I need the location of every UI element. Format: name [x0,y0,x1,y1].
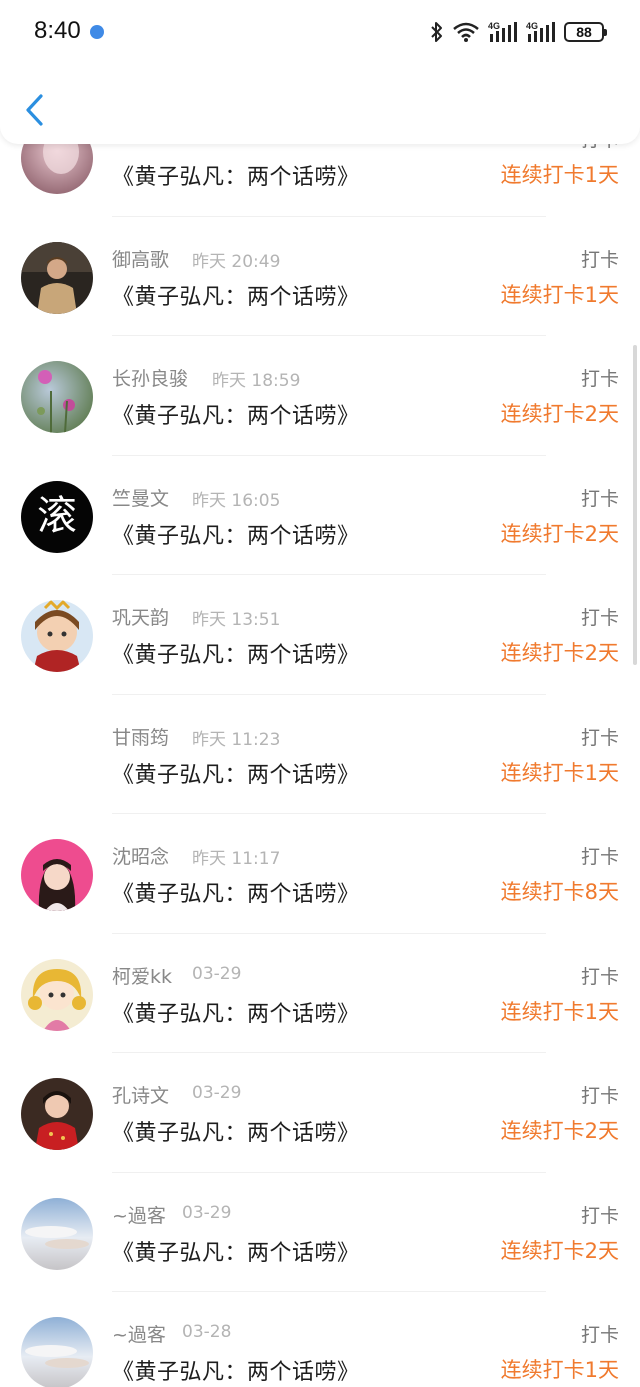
post-time: 03-29 [192,1083,242,1103]
streak-label: 连续打卡1天 [500,282,619,307]
post-time: 昨天 11:17 [192,849,281,869]
streak-label: 连续打卡2天 [500,1119,619,1143]
checkin-tag: 打卡 [580,248,619,271]
list-item[interactable]: 长孙良骏 昨天 18:59 《黄子弘凡：两个话唠》 打卡 连续打卡2天 [0,336,640,456]
signal-4g-icon-2: 4G [526,21,555,42]
user-name: 长孙良骏 [112,368,189,390]
post-title: 《黄子弘凡：两个话唠》 [112,1001,360,1027]
post-time: 昨天 18:59 [212,371,301,391]
user-name: 孔诗文 [112,1085,170,1107]
wifi-icon [453,22,479,42]
post-time: 昨天 11:23 [192,729,281,750]
status-time: 8:40 [34,17,81,44]
post-title: 《黄子弘凡：两个话唠》 [112,284,360,310]
streak-label: 连续打卡2天 [500,641,619,665]
avatar[interactable] [21,241,93,314]
list-item[interactable]: 孔诗文 03-29 《黄子弘凡：两个话唠》 打卡 连续打卡2天 [0,1053,640,1173]
back-arrow-icon[interactable] [22,92,48,128]
post-title: 《黄子弘凡：两个话唠》 [112,762,360,788]
checkin-tag: 打卡 [580,726,619,749]
streak-label: 连续打卡2天 [500,402,619,426]
post-time: 昨天 16:05 [192,490,281,511]
avatar[interactable] [21,1197,93,1270]
checkin-tag: 打卡 [580,1085,619,1107]
avatar[interactable] [21,361,93,433]
list-item[interactable]: 柯爱kk 03-29 《黄子弘凡：两个话唠》 打卡 连续打卡1天 [0,934,640,1053]
checkin-tag: 打卡 [580,1324,619,1346]
streak-label: 连续打卡2天 [500,1238,619,1263]
list-item[interactable]: ~過客 03-28 《黄子弘凡：两个话唠》 打卡 连续打卡1天 [0,1292,640,1387]
avatar[interactable] [21,1078,93,1150]
streak-label: 连续打卡1天 [500,1358,619,1382]
post-title: 《黄子弘凡：两个话唠》 [112,404,360,429]
post-title: 《黄子弘凡：两个话唠》 [112,882,360,907]
top-bar: 8:40 4G 4G 88 [0,0,640,144]
checkin-tag: 打卡 [580,607,619,629]
avatar[interactable] [21,839,93,911]
post-time: 03-28 [182,1322,232,1342]
post-title: 《黄子弘凡：两个话唠》 [112,1121,360,1146]
post-title: 《黄子弘凡：两个话唠》 [112,1240,360,1266]
avatar[interactable] [21,958,93,1031]
battery-icon: 88 [564,22,607,42]
streak-label: 连续打卡8天 [500,880,619,904]
signal-4g-icon: 4G [488,21,517,42]
list-item[interactable]: 巩天韵 昨天 13:51 《黄子弘凡：两个话唠》 打卡 连续打卡2天 [0,575,640,695]
svg-text:4G: 4G [526,21,538,31]
list-item[interactable]: 沈昭念 昨天 11:17 《黄子弘凡：两个话唠》 打卡 连续打卡8天 [0,814,640,934]
post-title: 《黄子弘凡：两个话唠》 [112,165,360,190]
bluetooth-icon [431,22,442,42]
checkin-tag: 打卡 [580,368,619,390]
battery-level: 88 [576,24,592,40]
post-time: 昨天 13:51 [192,610,281,630]
user-name: ~過客 [112,1204,166,1227]
post-title: 《黄子弘凡：两个话唠》 [112,643,360,668]
post-time: 03-29 [182,1202,232,1223]
list-item[interactable]: 甘雨筠 昨天 11:23 《黄子弘凡：两个话唠》 打卡 连续打卡1天 [0,695,640,814]
avatar[interactable] [21,600,93,672]
streak-label: 连续打卡1天 [500,163,619,187]
post-title: 《黄子弘凡：两个话唠》 [112,1360,360,1385]
svg-text:4G: 4G [488,21,500,31]
post-time: 昨天 20:49 [192,251,281,272]
list-item[interactable]: ~過客 03-29 《黄子弘凡：两个话唠》 打卡 连续打卡2天 [0,1173,640,1292]
user-name: ~過客 [112,1324,166,1346]
streak-label: 连续打卡2天 [500,521,619,546]
location-dot-icon [90,25,104,39]
list-item[interactable]: 御高歌 昨天 20:49 《黄子弘凡：两个话唠》 打卡 连续打卡1天 [0,217,640,336]
user-name: 竺曼文 [112,487,170,510]
avatar[interactable] [21,1317,93,1387]
avatar[interactable] [21,719,93,792]
avatar[interactable]: 滚 [21,480,93,553]
checkin-list: 《黄子弘凡：两个话唠》 打卡 连续打卡1天 御高歌 昨天 20:49 《黄子弘凡… [0,97,640,1387]
post-title: 《黄子弘凡：两个话唠》 [112,523,360,549]
user-name: 柯爱kk [112,965,173,988]
user-name: 甘雨筠 [112,726,170,749]
streak-label: 连续打卡1天 [500,999,619,1024]
checkin-tag: 打卡 [580,846,619,868]
checkin-tag: 打卡 [580,487,619,510]
scrollbar[interactable] [633,345,637,665]
user-name: 御高歌 [112,248,170,271]
avatar-text: 滚 [37,493,77,539]
post-time: 03-29 [192,963,242,984]
streak-label: 连续打卡1天 [500,760,619,785]
status-icons: 4G 4G 88 [430,18,607,46]
list-item[interactable]: 滚 竺曼文 昨天 16:05 《黄子弘凡：两个话唠》 打卡 连续打卡2天 [0,456,640,575]
user-name: 巩天韵 [112,607,170,629]
checkin-tag: 打卡 [580,1204,619,1227]
checkin-tag: 打卡 [580,965,619,988]
user-name: 沈昭念 [112,846,170,868]
